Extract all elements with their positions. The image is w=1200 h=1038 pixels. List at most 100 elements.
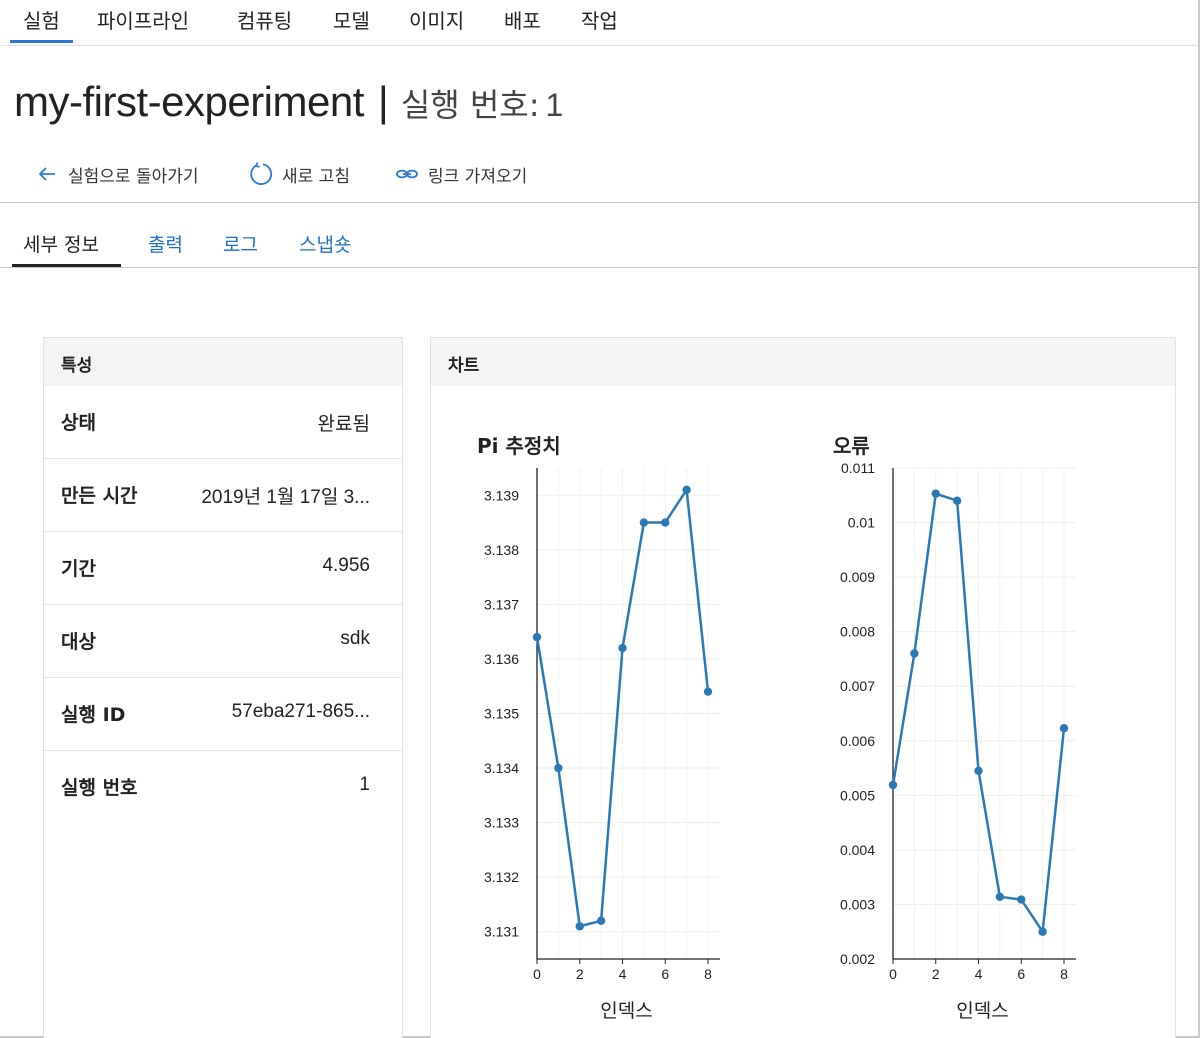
- nav-item-jobs[interactable]: 작업: [581, 5, 618, 34]
- nav-item-deployments[interactable]: 배포: [504, 5, 541, 34]
- run-number-value: 1: [545, 87, 564, 123]
- x-tick-label: 6: [1017, 966, 1025, 982]
- experiment-name: my-first-experiment: [14, 78, 364, 125]
- property-row-run-number: 실행 번호 1: [44, 751, 402, 824]
- y-tick-label: 0.005: [840, 787, 875, 803]
- property-label: 실행 번호: [61, 777, 138, 799]
- property-row-target: 대상 sdk: [44, 605, 402, 678]
- get-link-label: 링크 가져오기: [428, 166, 528, 187]
- charts-card-header: 차트: [431, 338, 1175, 386]
- tab-logs[interactable]: 로그: [223, 230, 258, 257]
- y-tick-label: 0.004: [840, 842, 875, 858]
- data-point: [532, 632, 542, 642]
- x-tick-label: 4: [619, 966, 627, 982]
- property-value: 2019년 1월 17일 3...: [201, 487, 370, 508]
- y-tick-label: 0.011: [841, 460, 875, 476]
- data-point: [995, 892, 1005, 902]
- y-tick-label: 0.008: [840, 624, 875, 640]
- y-tick-label: 3.137: [484, 596, 519, 612]
- top-nav: 실험 파이프라인 컴퓨팅 모델 이미지 배포 작업: [0, 0, 1198, 46]
- data-point: [931, 489, 940, 498]
- data-point: [1017, 895, 1026, 904]
- data-point: [639, 518, 649, 527]
- properties-card-header: 특성: [44, 338, 402, 386]
- y-tick-label: 0.006: [840, 733, 875, 749]
- x-axis-label: 인덱스: [956, 1000, 1008, 1022]
- x-tick-label: 0: [889, 966, 897, 982]
- y-tick-label: 0.003: [840, 896, 875, 912]
- pi-estimate-chart: 3.131 3.132 3.133 3.134 3.135 3.136 3.137 3.138…: [484, 468, 720, 1022]
- data-point: [661, 518, 670, 527]
- back-to-experiments-button[interactable]: 실험으로 돌아가기: [34, 160, 199, 188]
- pi-estimate-chart-title: Pi 추정치: [477, 434, 561, 458]
- x-tick-label: 6: [661, 966, 669, 982]
- y-tick-label: 0.007: [840, 678, 875, 694]
- y-tick-label: 3.133: [484, 815, 519, 831]
- property-value: 1: [359, 774, 370, 795]
- link-icon: [394, 161, 420, 187]
- x-tick-label: 0: [533, 966, 541, 982]
- y-tick-label: 3.136: [484, 651, 519, 667]
- nav-item-experiments[interactable]: 실험: [23, 5, 60, 34]
- tab-outputs[interactable]: 출력: [148, 230, 183, 257]
- property-label: 기간: [61, 558, 96, 580]
- data-point: [888, 780, 898, 790]
- property-value: sdk: [340, 628, 370, 649]
- refresh-button[interactable]: 새로 고침: [248, 160, 350, 188]
- data-point: [554, 763, 563, 773]
- x-tick-label: 2: [576, 966, 584, 982]
- x-axis-label: 인덱스: [600, 1000, 652, 1022]
- properties-card-title: 특성: [61, 356, 93, 376]
- app-window: 실험 파이프라인 컴퓨팅 모델 이미지 배포 작업 my-first-exper…: [0, 0, 1200, 1038]
- nav-item-pipelines[interactable]: 파이프라인: [97, 5, 189, 34]
- x-tick-label: 4: [975, 966, 983, 982]
- tabs-divider: [0, 267, 1198, 268]
- charts-card-title: 차트: [448, 356, 480, 376]
- nav-item-compute[interactable]: 컴퓨팅: [237, 5, 292, 34]
- data-point: [910, 649, 919, 658]
- x-tick-label: 2: [932, 966, 940, 982]
- run-number-label: 실행 번호:: [400, 86, 540, 124]
- property-label: 상태: [61, 412, 96, 434]
- y-tick-label: 3.132: [484, 869, 519, 885]
- property-row-duration: 기간 4.956: [44, 532, 402, 605]
- property-value: 4.956: [322, 555, 370, 576]
- error-chart: 0.002 0.003 0.004 0.005 0.006 0.007 0.008 0.009…: [840, 460, 1076, 1022]
- data-point: [682, 485, 691, 495]
- page-title: my-first-experiment | 실행 번호: 1: [14, 78, 563, 126]
- refresh-label: 새로 고침: [282, 166, 350, 187]
- y-tick-label: 3.134: [484, 760, 519, 776]
- data-point: [618, 643, 627, 653]
- y-tick-label: 0.002: [840, 951, 875, 967]
- property-label: 대상: [61, 631, 96, 653]
- data-point: [1038, 927, 1047, 936]
- property-row-status: 상태 완료됨: [44, 386, 402, 459]
- error-chart-title: 오류: [833, 434, 870, 458]
- nav-item-models[interactable]: 모델: [333, 5, 370, 34]
- refresh-icon: [248, 161, 274, 187]
- back-to-experiments-label: 실험으로 돌아가기: [68, 166, 199, 187]
- nav-item-images[interactable]: 이미지: [409, 5, 464, 34]
- y-tick-label: 3.131: [484, 924, 519, 940]
- data-point: [952, 496, 962, 505]
- get-link-button[interactable]: 링크 가져오기: [394, 160, 527, 188]
- data-point: [1059, 724, 1069, 733]
- x-tick-label: 8: [704, 966, 712, 982]
- tab-details[interactable]: 세부 정보: [23, 230, 99, 257]
- properties-card: 특성 상태 완료됨 만든 시간 2019년 1월 17일 3... 기간 4.9…: [43, 337, 403, 1038]
- property-label: 만든 시간: [61, 485, 138, 507]
- title-separator: |: [377, 78, 389, 125]
- y-tick-label: 3.138: [484, 542, 519, 558]
- y-tick-label: 3.139: [484, 487, 519, 503]
- command-bar-divider: [0, 202, 1198, 203]
- property-label: 실행 ID: [61, 704, 126, 726]
- property-value: 57eba271-865...: [231, 701, 370, 722]
- property-row-created-time: 만든 시간 2019년 1월 17일 3...: [44, 459, 402, 532]
- property-row-run-id: 실행 ID 57eba271-865...: [44, 678, 402, 751]
- data-point: [703, 687, 713, 696]
- arrow-left-icon: [34, 161, 60, 187]
- data-point: [974, 766, 983, 775]
- data-point: [596, 916, 606, 926]
- tab-snapshot[interactable]: 스냅숏: [299, 230, 351, 257]
- nav-active-indicator: [10, 40, 73, 43]
